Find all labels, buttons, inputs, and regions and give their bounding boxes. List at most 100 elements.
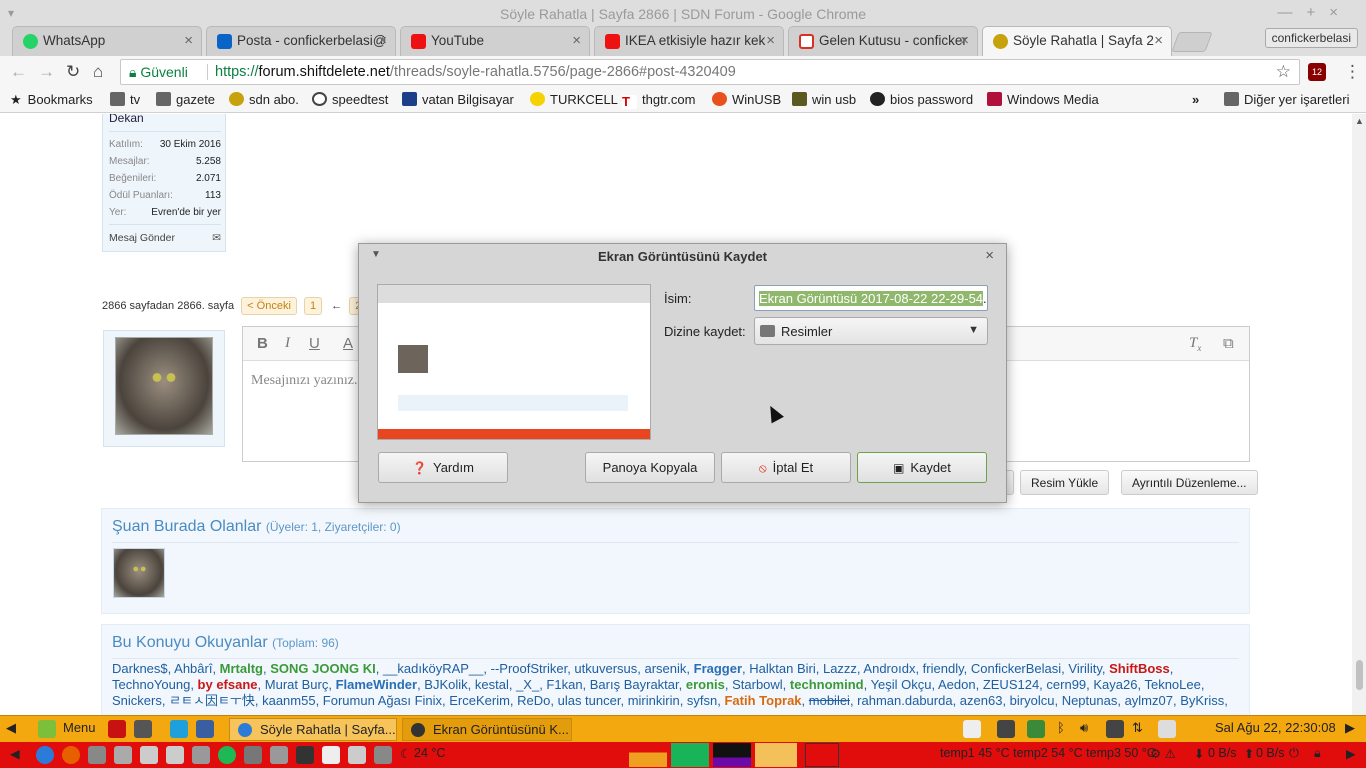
close-icon[interactable]: × [1154, 32, 1163, 49]
remove-format-icon[interactable]: Tx [1189, 335, 1201, 353]
disk-graph[interactable] [851, 743, 891, 767]
tab-ikea-video[interactable]: IKEA etkisiyle hazır kek × [594, 26, 784, 56]
readers-list[interactable]: Darknes$, Ahbârî, Mrtaltg, SONG JOONG KI… [112, 661, 1239, 709]
bluetooth-icon[interactable]: ᛒ [1057, 720, 1065, 735]
copy-to-clipboard-button[interactable]: Panoya Kopyala [585, 452, 715, 483]
bookmark-item[interactable]: Windows Media [987, 92, 1099, 107]
bookmark-item[interactable]: ★ Bookmarks [10, 92, 93, 108]
forward-icon[interactable]: → [38, 62, 55, 82]
battery-icon[interactable] [1106, 720, 1124, 738]
task-chrome-window[interactable]: Söyle Rahatla | Sayfa... [229, 718, 397, 741]
tab-youtube[interactable]: YouTube × [400, 26, 590, 56]
memory-graph[interactable] [671, 743, 709, 767]
network-icon[interactable]: ⇅ [1132, 720, 1143, 736]
folder-select[interactable]: Resimler ▼ [754, 317, 988, 345]
app-icon[interactable] [374, 746, 392, 764]
chrome-menu-icon[interactable]: ⋮ [1344, 62, 1361, 82]
close-icon[interactable]: × [184, 32, 193, 49]
chevron-right-icon[interactable]: ▶ [1345, 720, 1355, 736]
other-bookmarks-folder[interactable]: Diğer yer işaretleri [1224, 92, 1349, 107]
ublock-extension-icon[interactable]: 12 [1308, 63, 1326, 81]
tab-whatsapp[interactable]: WhatsApp × [12, 26, 202, 56]
power-icon[interactable]: ⏻ [1289, 746, 1299, 761]
bookmark-item[interactable]: win usb [792, 92, 856, 107]
chevron-right-icon[interactable]: ▶ [1346, 746, 1356, 761]
app-icon[interactable] [244, 746, 262, 764]
bookmarks-overflow-icon[interactable]: » [1192, 92, 1199, 107]
temperature-readout[interactable]: temp1 45 °C temp2 54 °C temp3 50 °C [940, 746, 1156, 760]
scrollbar-thumb[interactable] [1356, 660, 1363, 690]
page-scrollbar[interactable]: ▲ [1352, 114, 1366, 715]
scroll-up-icon[interactable]: ▲ [1355, 116, 1364, 126]
notes-icon[interactable] [963, 720, 981, 738]
load-graph[interactable] [805, 743, 839, 767]
cpu-graph[interactable] [629, 743, 667, 767]
bookmark-folder[interactable]: tv [110, 92, 140, 107]
app-icon[interactable] [140, 746, 158, 764]
tab-gmail[interactable]: Gelen Kutusu - conficker × [788, 26, 978, 56]
close-icon[interactable]: × [960, 32, 969, 49]
upload-image-button[interactable]: Resim Yükle [1020, 470, 1110, 495]
send-message-link[interactable]: Mesaj Gönder ✉ [109, 232, 221, 244]
home-icon[interactable]: ⌂ [93, 62, 103, 82]
bookmark-item[interactable]: Tthgtr.com [622, 92, 695, 109]
chevron-left-icon[interactable]: ◀ [10, 746, 20, 761]
close-icon[interactable]: × [985, 247, 994, 264]
italic-icon[interactable]: I [285, 335, 290, 352]
video-icon[interactable] [296, 746, 314, 764]
prev-page-button[interactable]: < Önceki [241, 297, 297, 315]
menu-button[interactable]: Menu [63, 720, 96, 735]
bookmark-item[interactable]: speedtest [312, 92, 388, 107]
url-text[interactable]: https://forum.shiftdelete.net/threads/so… [215, 64, 736, 80]
close-icon[interactable]: × [378, 32, 387, 49]
clock[interactable]: Sal Ağu 22, 22:30:08 [1215, 720, 1336, 735]
volume-icon[interactable]: 🔊︎ [1080, 720, 1088, 736]
filename-input[interactable]: Ekran Görüntüsü 2017-08-22 22-29-54.p [754, 285, 988, 311]
swap-graph[interactable] [713, 743, 751, 767]
avatar[interactable] [115, 337, 213, 435]
chrome-icon[interactable] [36, 746, 54, 764]
bookmark-folder[interactable]: gazete [156, 92, 215, 107]
tray-icons[interactable]: ⚙ ⚠ [1150, 746, 1176, 761]
help-button[interactable]: ❓ Yardım [378, 452, 508, 483]
terminal-icon[interactable] [134, 720, 152, 738]
lock-icon[interactable]: 🔒︎ [1314, 746, 1321, 761]
bold-icon[interactable]: B [257, 335, 268, 352]
new-tab-button[interactable] [1171, 32, 1213, 52]
tab-forum[interactable]: Söyle Rahatla | Sayfa 2 × [982, 26, 1172, 56]
page-jump-arrow[interactable]: ← [331, 300, 342, 312]
calculator-icon[interactable] [192, 746, 210, 764]
bookmark-item[interactable]: vatan Bilgisayar [402, 92, 514, 107]
save-button[interactable]: ▣ Kaydet [857, 452, 987, 483]
page-1-button[interactable]: 1 [303, 297, 323, 315]
secure-indicator[interactable]: 🔒︎ Güvenli [129, 64, 188, 81]
back-icon[interactable]: ← [10, 62, 27, 82]
bookmark-item[interactable]: sdn abo. [229, 92, 299, 107]
cancel-button[interactable]: ⦸ İptal Et [721, 452, 851, 483]
tab-outlook[interactable]: Posta - confickerbelasi@ × [206, 26, 396, 56]
advanced-edit-button[interactable]: Ayrıntılı Düzenleme... [1121, 470, 1258, 495]
address-bar[interactable]: 🔒︎ Güvenli https://forum.shiftdelete.net… [120, 59, 1300, 85]
network-graph[interactable] [755, 743, 797, 767]
app-icon[interactable] [322, 746, 340, 764]
app-icon[interactable] [114, 746, 132, 764]
bookmark-item[interactable]: bios password [870, 92, 973, 107]
weather-temp[interactable]: 24 °C [414, 746, 445, 760]
font-color-icon[interactable]: A [343, 335, 353, 352]
online-user-avatar[interactable] [113, 548, 165, 598]
app-icon[interactable] [196, 720, 214, 738]
shield-icon[interactable] [1027, 720, 1045, 738]
toggle-editor-icon[interactable]: ⧉ [1223, 335, 1234, 352]
spotify-icon[interactable] [218, 746, 236, 764]
reload-icon[interactable]: ↻ [66, 62, 80, 82]
window-controls[interactable]: —+× [1277, 4, 1352, 21]
firefox-icon[interactable] [62, 746, 80, 764]
image-viewer-icon[interactable] [348, 746, 366, 764]
task-screenshot-dialog[interactable]: Ekran Görüntüsünü K... [402, 718, 572, 741]
opera-icon[interactable] [108, 720, 126, 738]
display-icon[interactable] [997, 720, 1015, 738]
close-icon[interactable]: × [572, 32, 581, 49]
app-icon[interactable] [166, 746, 184, 764]
stat-value[interactable]: 113 [205, 190, 221, 201]
app-icon[interactable] [270, 746, 288, 764]
